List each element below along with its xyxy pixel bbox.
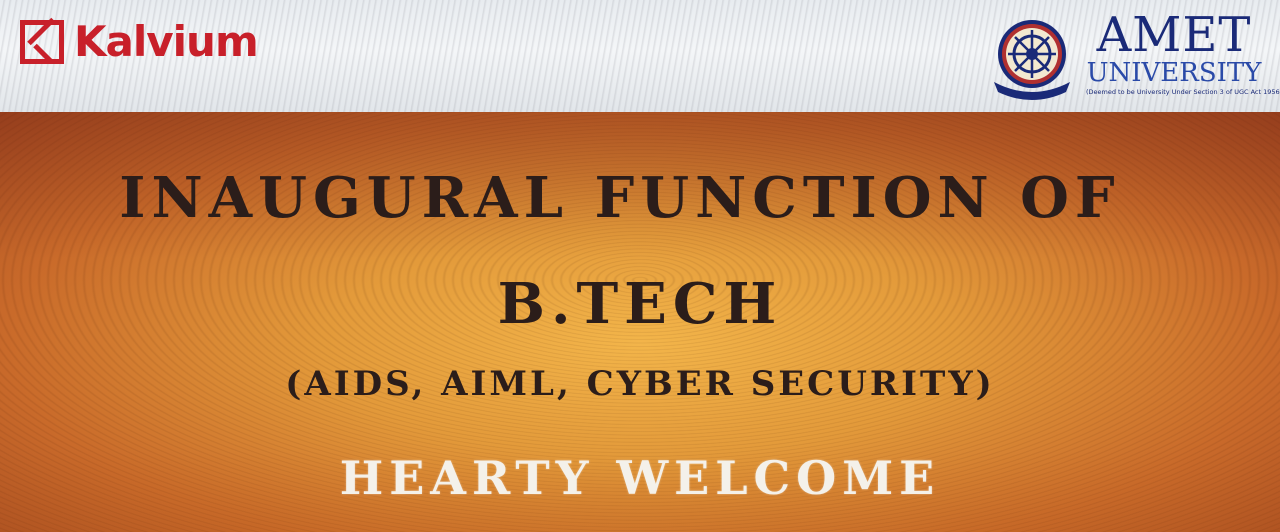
kalvium-logo: Kalvium [20,16,259,68]
kalvium-wordmark: Kalvium [74,17,259,66]
amet-seal-icon [994,20,1070,100]
amet-wordmark: AMET UNIVERSITY (Deemed to be University… [1086,7,1280,96]
amet-subtitle: UNIVERSITY [1086,58,1262,88]
amet-note: (Deemed to be University Under Section 3… [1086,88,1280,96]
presentation-slide: Kalvium AMET UNIVERSITY (Deemed to be Un… [0,0,1280,532]
logo-header-band: Kalvium AMET UNIVERSITY (Deemed to be Un… [0,0,1280,112]
kalvium-mark-icon [20,20,64,64]
banner-line-program: B.TECH [497,271,783,337]
amet-title: AMET [1096,7,1252,63]
banner-line-inaugural: INAUGURAL FUNCTION OF [119,165,1121,231]
banner-line-specializations: (AIDS, AIML, CYBER SECURITY) [285,364,995,404]
banner-line-welcome: HEARTY WELCOME [339,451,941,505]
